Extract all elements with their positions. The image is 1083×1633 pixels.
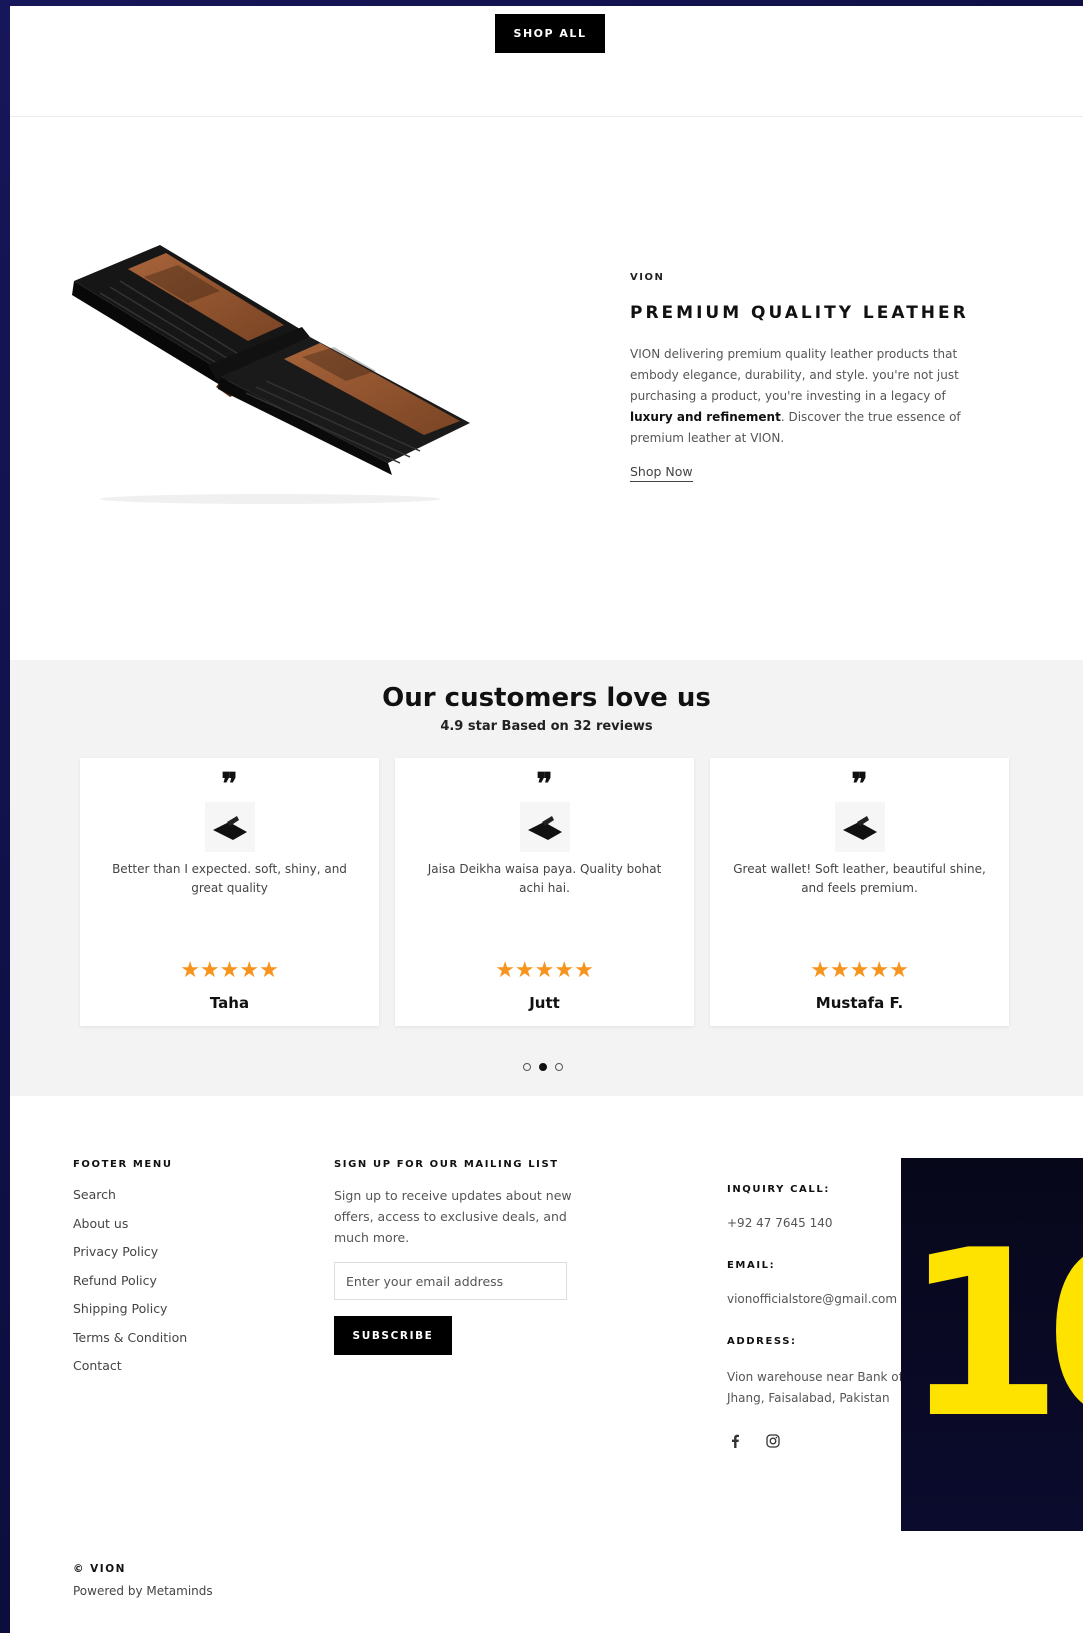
product-thumbnail <box>205 802 255 852</box>
feature-description: VION delivering premium quality leather … <box>630 344 980 449</box>
newsletter: SIGN UP FOR OUR MAILING LIST Sign up to … <box>334 1159 574 1355</box>
quote-icon: ❞ <box>851 767 868 802</box>
footer-links: Search About us Privacy Policy Refund Po… <box>73 1185 187 1385</box>
footer-link-contact[interactable]: Contact <box>73 1356 187 1385</box>
feature-section: VION PREMIUM QUALITY LEATHER VION delive… <box>10 117 1083 660</box>
star-rating: ★★★★★ <box>495 958 594 983</box>
subscribe-button[interactable]: SUBSCRIBE <box>334 1316 452 1355</box>
star-rating: ★★★★★ <box>810 958 909 983</box>
footer-link-about[interactable]: About us <box>73 1214 187 1243</box>
product-thumbnail <box>835 802 885 852</box>
footer-menu-heading: FOOTER MENU <box>73 1159 173 1170</box>
footer-link-shipping[interactable]: Shipping Policy <box>73 1299 187 1328</box>
footer-link-refund[interactable]: Refund Policy <box>73 1271 187 1300</box>
facebook-icon[interactable] <box>727 1433 743 1449</box>
reviews-title: Our customers love us <box>382 683 711 713</box>
carousel-pagination <box>523 1063 563 1071</box>
powered-by: Powered by Metaminds <box>73 1584 213 1598</box>
footer-link-search[interactable]: Search <box>73 1185 187 1214</box>
brand-label: VION <box>630 272 665 283</box>
feature-desc-part1: VION delivering premium quality leather … <box>630 347 959 403</box>
shop-now-link[interactable]: Shop Now <box>630 464 693 482</box>
review-text: Jaisa Deikha waisa paya. Quality bohat a… <box>427 862 662 895</box>
reviews-section: Our customers love us 4.9 star Based on … <box>10 660 1083 1096</box>
review-card: ❞ Jaisa Deikha waisa paya. Quality bohat… <box>395 758 694 1026</box>
footer-link-terms[interactable]: Terms & Condition <box>73 1328 187 1357</box>
reviewer-name: Mustafa F. <box>815 994 904 1012</box>
wallet-image <box>70 237 490 507</box>
reviewer-name: Taha <box>209 994 250 1012</box>
reviewer-name: Jutt <box>529 994 560 1012</box>
feature-desc-bold: luxury and refinement <box>630 410 781 424</box>
quote-icon: ❞ <box>221 767 238 802</box>
review-text: Great wallet! Soft leather, beautiful sh… <box>733 862 986 895</box>
star-rating: ★★★★★ <box>180 958 279 983</box>
footer-menu: FOOTER MENU Search About us Privacy Poli… <box>73 1159 187 1385</box>
footer-link-privacy[interactable]: Privacy Policy <box>73 1242 187 1271</box>
top-bar: SHOP ALL <box>10 6 1083 117</box>
quote-icon: ❞ <box>536 767 553 802</box>
overlay-badge: 10 <box>901 1158 1083 1531</box>
carousel-dot-2[interactable] <box>539 1063 547 1071</box>
email-input[interactable] <box>334 1262 567 1300</box>
feature-title: PREMIUM QUALITY LEATHER <box>630 303 969 323</box>
overlay-number: 10 <box>903 1202 1083 1469</box>
reviews-subtitle: 4.9 star Based on 32 reviews <box>440 719 653 734</box>
instagram-icon[interactable] <box>765 1433 781 1449</box>
carousel-dot-3[interactable] <box>555 1063 563 1071</box>
product-thumbnail <box>520 802 570 852</box>
newsletter-heading: SIGN UP FOR OUR MAILING LIST <box>334 1159 559 1170</box>
carousel-dot-1[interactable] <box>523 1063 531 1071</box>
review-card: ❞ Great wallet! Soft leather, beautiful … <box>710 758 1009 1026</box>
wallet-illustration <box>72 245 470 504</box>
feature-text: VION PREMIUM QUALITY LEATHER VION delive… <box>630 272 980 482</box>
copyright: © VION <box>73 1563 126 1575</box>
newsletter-text: Sign up to receive updates about new off… <box>334 1188 572 1245</box>
review-card: ❞ Better than I expected. soft, shiny, a… <box>80 758 379 1026</box>
shop-all-button[interactable]: SHOP ALL <box>495 14 605 53</box>
review-text: Better than I expected. soft, shiny, and… <box>112 862 347 895</box>
